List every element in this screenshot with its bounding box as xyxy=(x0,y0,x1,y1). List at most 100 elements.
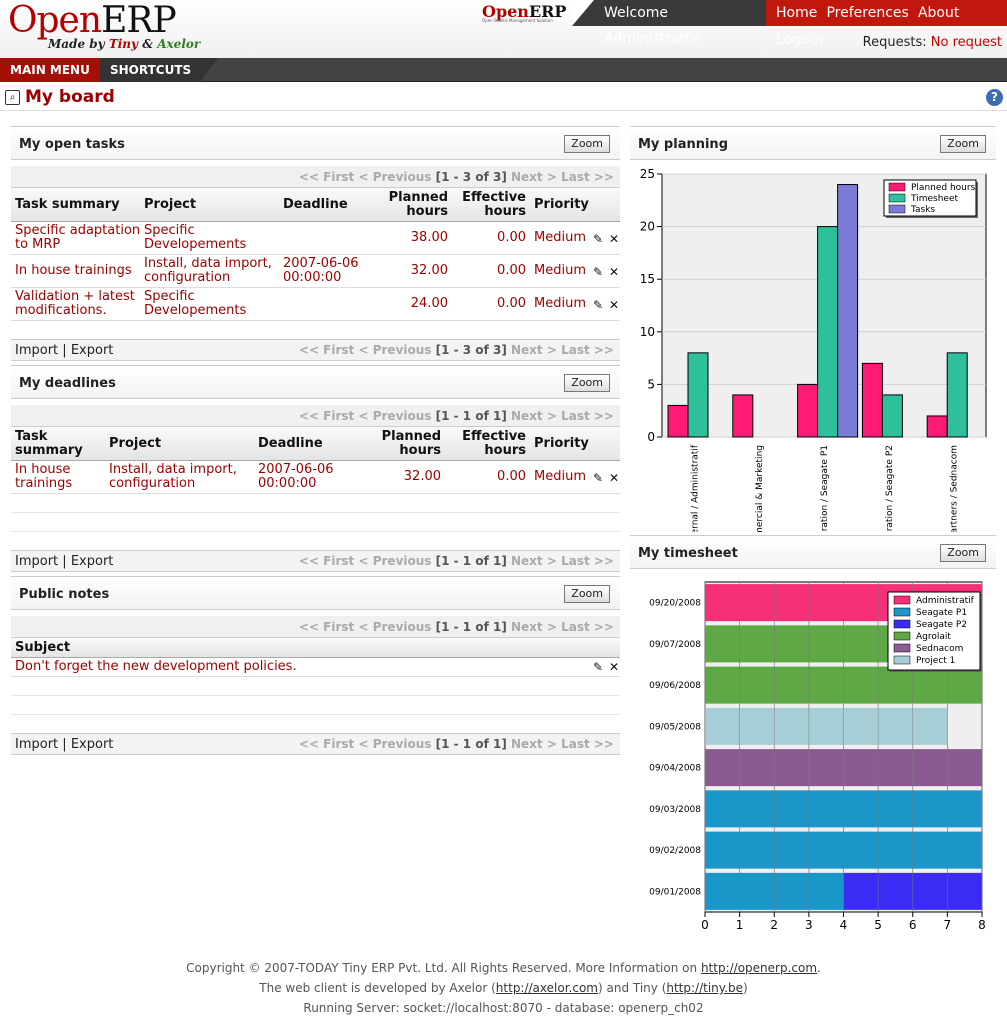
priority-cell: Medium xyxy=(534,230,586,245)
logo-and: & xyxy=(142,37,154,51)
subject-cell[interactable]: Don't forget the new development policie… xyxy=(15,660,297,674)
col-effective-hours[interactable]: Effective hours xyxy=(451,430,526,458)
pager-last[interactable]: Last >> xyxy=(561,554,614,568)
pager-next[interactable]: Next > xyxy=(511,737,557,751)
public-notes-zoom-button[interactable]: Zoom xyxy=(564,585,610,603)
help-icon[interactable]: ? xyxy=(986,89,1003,106)
legend-label: Timesheet xyxy=(910,194,958,204)
edit-icon[interactable]: ✎ xyxy=(593,471,603,485)
cell-line: Specific adaptation xyxy=(15,223,141,238)
pager-previous[interactable]: < Previous xyxy=(358,620,431,634)
edit-icon[interactable]: ✎ xyxy=(593,232,603,246)
open-tasks-pager: << First < Previous [1 - 3 of 3] Next > … xyxy=(11,166,620,188)
openerp-logo[interactable]: OpenERP Made by Tiny & Axelor xyxy=(8,2,201,52)
pager-first[interactable]: << First xyxy=(299,554,354,568)
export-link[interactable]: Export xyxy=(71,343,114,358)
col-deadline[interactable]: Deadline xyxy=(283,198,348,212)
import-link[interactable]: Import xyxy=(15,343,58,358)
timesheet-title: My timesheet xyxy=(638,546,738,561)
delete-icon[interactable]: ✕ xyxy=(609,660,619,674)
pager-previous[interactable]: < Previous xyxy=(358,737,431,751)
pager-next[interactable]: Next > xyxy=(511,620,557,634)
search-icon[interactable]: ⌕ xyxy=(5,90,20,105)
table-row[interactable]: In house trainings Install, data import, c… xyxy=(11,461,620,494)
col-planned-hours[interactable]: Planned hours xyxy=(361,430,441,458)
col-effective-hours[interactable]: Effective hours xyxy=(451,191,526,219)
pager-previous[interactable]: < Previous xyxy=(358,343,431,357)
col-task-line1: Task xyxy=(15,429,48,444)
delete-icon[interactable]: ✕ xyxy=(609,265,619,279)
empty-row xyxy=(11,715,620,734)
project-cell: Install, data import, configuration xyxy=(144,257,272,285)
bar xyxy=(861,362,883,438)
axelor-link[interactable]: http://axelor.com xyxy=(496,981,598,995)
col-planned-hours[interactable]: Planned hours xyxy=(371,191,448,219)
task-summary-cell[interactable]: Validation + latest modifications. xyxy=(15,290,135,318)
shortcuts-tab[interactable]: SHORTCUTS xyxy=(100,58,218,82)
delete-icon[interactable]: ✕ xyxy=(609,298,619,312)
footer-line-1: Copyright © 2007-TODAY Tiny ERP Pvt. Ltd… xyxy=(186,961,821,975)
col-priority[interactable]: Priority xyxy=(534,437,589,451)
edit-icon[interactable]: ✎ xyxy=(593,265,603,279)
open-tasks-zoom-button[interactable]: Zoom xyxy=(564,135,610,153)
pager-next[interactable]: Next > xyxy=(511,554,557,568)
edit-icon[interactable]: ✎ xyxy=(593,298,603,312)
pager-first[interactable]: << First xyxy=(299,170,354,184)
table-row[interactable]: In house trainings Install, data import,… xyxy=(11,255,620,288)
planning-zoom-button[interactable]: Zoom xyxy=(940,135,986,153)
pager-last[interactable]: Last >> xyxy=(561,737,614,751)
pager-first[interactable]: << First xyxy=(299,343,354,357)
col-effective-line1: Effective xyxy=(462,429,526,444)
main-menu-tab[interactable]: MAIN MENU xyxy=(0,58,100,82)
x-tick-label: egration / Seagate P2 xyxy=(885,445,895,532)
pager-first[interactable]: << First xyxy=(299,620,354,634)
public-notes-bottom-pager: << First < Previous [1 - 1 of 1] Next > … xyxy=(299,734,614,755)
preferences-link[interactable]: Preferences xyxy=(826,5,908,21)
empty-row xyxy=(11,532,620,551)
pager-last[interactable]: Last >> xyxy=(561,170,614,184)
about-link[interactable]: About xyxy=(918,5,959,21)
pager-next[interactable]: Next > xyxy=(511,343,557,357)
task-summary-cell[interactable]: Specific adaptation to MRP xyxy=(15,224,140,252)
table-row[interactable]: Validation + latest modifications. Specif… xyxy=(11,288,620,321)
col-deadline[interactable]: Deadline xyxy=(258,437,323,451)
requests-link[interactable]: No request xyxy=(931,35,1002,50)
table-row[interactable]: Specific adaptation to MRP Specific Develo… xyxy=(11,222,620,255)
col-project[interactable]: Project xyxy=(144,198,196,212)
col-project[interactable]: Project xyxy=(109,437,161,451)
table-row[interactable]: Don't forget the new development policie… xyxy=(11,658,620,677)
pager-next[interactable]: Next > xyxy=(511,409,557,423)
export-link[interactable]: Export xyxy=(71,554,114,569)
pager-last[interactable]: Last >> xyxy=(561,343,614,357)
pager-first[interactable]: << First xyxy=(299,737,354,751)
import-link[interactable]: Import xyxy=(15,737,58,752)
pager-previous[interactable]: < Previous xyxy=(358,554,431,568)
project-cell: Install, data import, configuration xyxy=(109,463,237,491)
task-summary-cell[interactable]: In house trainings xyxy=(15,463,72,491)
pager-first[interactable]: << First xyxy=(299,409,354,423)
import-link[interactable]: Import xyxy=(15,554,58,569)
col-task-summary[interactable]: Task summary xyxy=(15,198,120,212)
edit-icon[interactable]: ✎ xyxy=(593,660,603,674)
pager-last[interactable]: Last >> xyxy=(561,409,614,423)
col-task-summary[interactable]: Task summary xyxy=(15,430,83,458)
col-priority[interactable]: Priority xyxy=(534,198,589,212)
openerp-link[interactable]: http://openerp.com xyxy=(701,961,817,975)
task-summary-cell[interactable]: In house trainings xyxy=(15,264,132,278)
public-notes-footer: Import | Export << First < Previous [1 -… xyxy=(11,733,620,755)
timesheet-zoom-button[interactable]: Zoom xyxy=(940,544,986,562)
pager-next[interactable]: Next > xyxy=(511,170,557,184)
deadlines-zoom-button[interactable]: Zoom xyxy=(564,374,610,392)
home-link[interactable]: Home xyxy=(776,5,817,21)
delete-icon[interactable]: ✕ xyxy=(609,471,619,485)
pager-previous[interactable]: < Previous xyxy=(358,409,431,423)
logo-axelor: Axelor xyxy=(157,37,201,51)
delete-icon[interactable]: ✕ xyxy=(609,232,619,246)
col-subject[interactable]: Subject xyxy=(15,641,70,655)
pager-previous[interactable]: < Previous xyxy=(358,170,431,184)
tiny-link[interactable]: http://tiny.be xyxy=(666,981,743,995)
export-link[interactable]: Export xyxy=(71,737,114,752)
logout-link[interactable]: Logout xyxy=(776,32,824,48)
col-task-line2: summary xyxy=(15,443,83,458)
pager-last[interactable]: Last >> xyxy=(561,620,614,634)
